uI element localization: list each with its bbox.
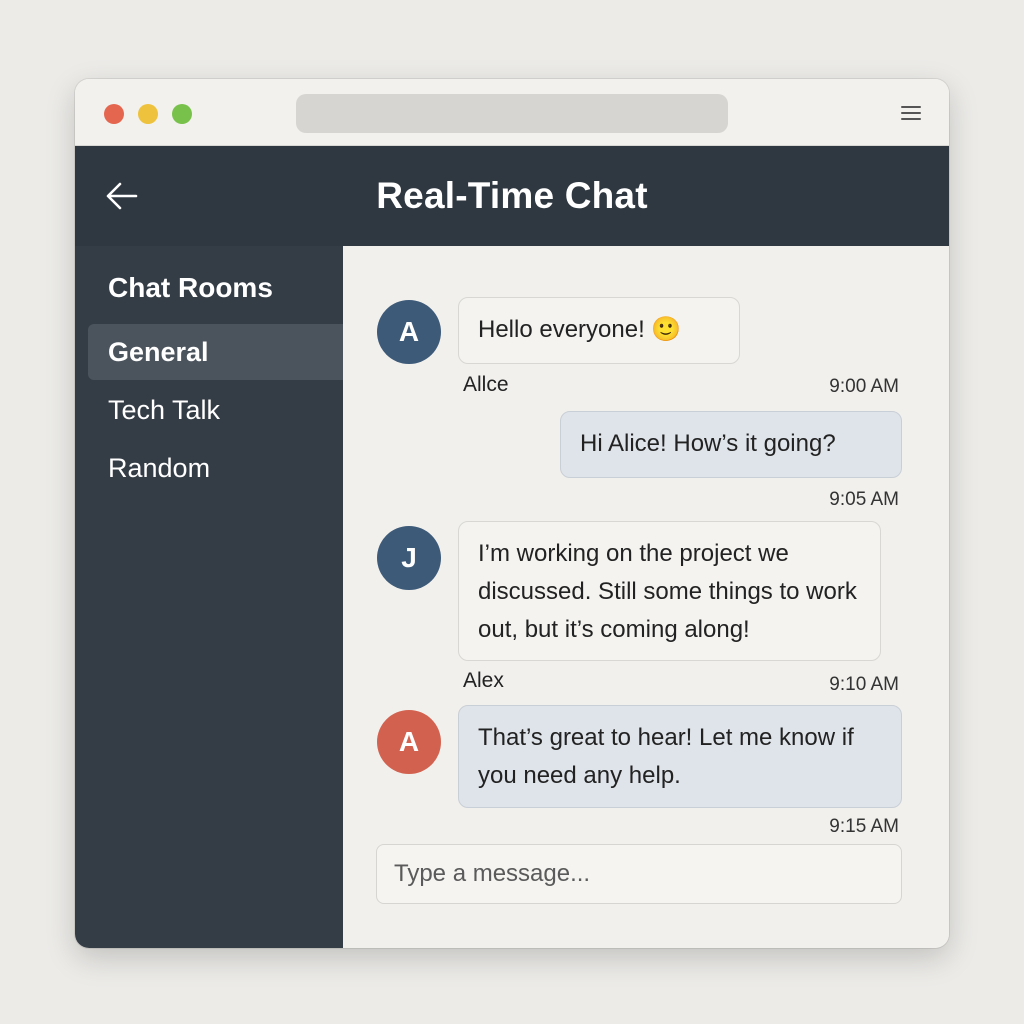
message-timestamp: 9:05 AM: [829, 489, 899, 510]
hamburger-menu-icon[interactable]: [901, 104, 921, 122]
message-timestamp: 9:00 AM: [829, 376, 899, 397]
avatar: A: [377, 300, 441, 364]
message-sender: Alex: [463, 669, 504, 692]
message-input[interactable]: [376, 844, 902, 904]
minimize-window-button[interactable]: [138, 104, 158, 124]
app-window: Real-Time Chat Chat Rooms General Tech T…: [75, 79, 949, 948]
message-timestamp: 9:15 AM: [829, 816, 899, 837]
room-tech-talk[interactable]: Tech Talk: [88, 382, 343, 438]
browser-titlebar: [75, 79, 949, 146]
room-general[interactable]: General: [88, 324, 343, 380]
page-title: Real-Time Chat: [376, 175, 648, 216]
sidebar-heading: Chat Rooms: [108, 272, 273, 303]
message-bubble: I’m working on the project we discussed.…: [458, 521, 881, 661]
message-sender: Allce: [463, 373, 509, 396]
address-bar[interactable]: [296, 94, 728, 133]
app-header: Real-Time Chat: [75, 146, 949, 246]
room-random[interactable]: Random: [88, 440, 343, 496]
chat-panel: A Hello everyone! 🙂 Allce 9:00 AM Hi Ali…: [343, 246, 949, 948]
message-bubble: Hi Alice! How’s it going?: [560, 411, 902, 478]
avatar: J: [377, 526, 441, 590]
avatar: A: [377, 710, 441, 774]
message-bubble: Hello everyone! 🙂: [458, 297, 740, 364]
close-window-button[interactable]: [104, 104, 124, 124]
sidebar: Chat Rooms General Tech Talk Random: [75, 246, 343, 948]
arrow-left-icon[interactable]: [105, 181, 139, 211]
message-bubble: That’s great to hear! Let me know if you…: [458, 705, 902, 808]
message-timestamp: 9:10 AM: [829, 674, 899, 695]
maximize-window-button[interactable]: [172, 104, 192, 124]
